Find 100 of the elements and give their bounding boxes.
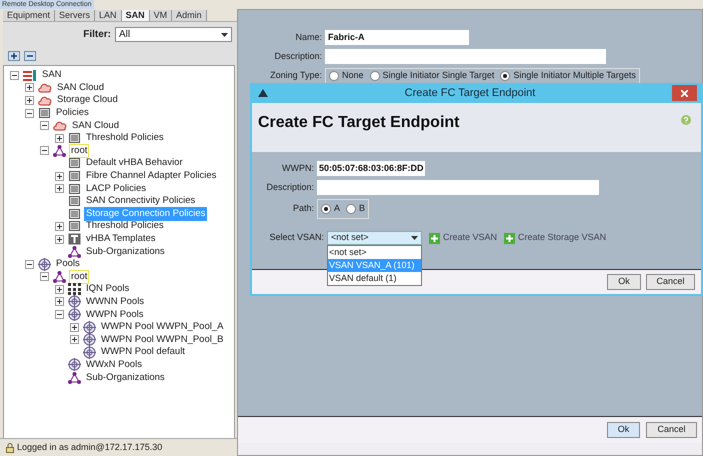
filter-dropdown[interactable]: All (115, 27, 232, 42)
close-icon (681, 90, 688, 96)
hierarchy-icon (53, 144, 66, 157)
field-label: Description: (273, 50, 322, 63)
lock-icon (6, 442, 14, 452)
option-label: A (334, 202, 340, 216)
option-label: B (359, 202, 366, 216)
radio-button[interactable] (370, 71, 380, 81)
expand-icon[interactable] (70, 335, 79, 344)
tree-item[interactable]: root (69, 144, 90, 158)
target-icon (83, 346, 96, 359)
tree-item[interactable]: Fibre Channel Adapter Policies (84, 169, 218, 184)
policy-icon (68, 208, 81, 220)
expand-icon[interactable] (55, 172, 64, 181)
tree-item[interactable]: SAN Cloud (55, 80, 106, 95)
tree-item[interactable]: SAN Cloud (70, 118, 121, 133)
create-link[interactable]: Create VSAN (429, 231, 498, 245)
radio-button[interactable] (321, 204, 331, 214)
tree-item[interactable]: Threshold Policies (84, 219, 166, 234)
expand-icon[interactable] (55, 184, 64, 194)
collapse-icon[interactable] (55, 310, 64, 320)
ok-button[interactable]: Ok (607, 274, 641, 290)
filter-label: Filter: (83, 28, 111, 42)
collapse-icon[interactable] (40, 146, 49, 156)
ok-button[interactable]: Ok (607, 422, 640, 438)
tab[interactable]: VM (150, 10, 172, 21)
tree-item[interactable]: Pools (54, 257, 82, 272)
target-icon (68, 358, 81, 372)
collapse-icon[interactable] (40, 272, 49, 282)
tab[interactable]: LAN (95, 10, 122, 21)
template-icon (68, 233, 81, 246)
expand-all-button[interactable] (8, 51, 20, 61)
tree-item[interactable]: WWPN Pool WWPN_Pool_B (99, 332, 226, 347)
expand-icon[interactable] (70, 322, 79, 332)
tree-item[interactable]: WWPN Pool WWPN_Pool_A (99, 320, 226, 334)
field-label: Description: (265, 180, 314, 194)
cancel-button[interactable]: Cancel (646, 422, 697, 438)
option-label: Single Initiator Multiple Targets (513, 69, 636, 82)
expand-icon[interactable] (55, 297, 64, 306)
collapse-icon[interactable] (40, 121, 49, 130)
target-icon (68, 295, 81, 308)
dialog-title: Create FC Target Endpoint (404, 86, 536, 101)
radio-button[interactable] (329, 71, 339, 81)
tree-item[interactable]: WWPN Pools (84, 308, 146, 322)
cloud-icon (53, 120, 67, 132)
cloud-icon (38, 94, 52, 106)
description-input[interactable] (325, 49, 606, 64)
target-icon (68, 308, 81, 322)
expand-icon[interactable] (55, 134, 64, 143)
tree-item[interactable]: Threshold Policies (84, 131, 166, 146)
tab[interactable]: Admin (172, 10, 207, 21)
collapse-icon[interactable] (25, 108, 34, 118)
tree-item[interactable]: WWxN Pools (84, 358, 144, 372)
tree-item[interactable]: vHBA Templates (84, 232, 158, 246)
dropdown-option[interactable]: <not set> (328, 246, 421, 259)
expand-icon[interactable] (55, 234, 64, 244)
tab[interactable]: Equipment (3, 10, 56, 21)
app-logo-icon (258, 89, 268, 97)
wwpn-input[interactable]: 50:05:07:68:03:06:8F:DD (317, 161, 425, 176)
collapse-icon[interactable] (10, 70, 19, 80)
dialog-heading: Create FC Target Endpoint (258, 113, 460, 133)
caret-icon (221, 32, 228, 36)
name-input[interactable]: Fabric-A (325, 30, 469, 45)
field-label: Path: (292, 202, 314, 216)
grid-icon (68, 283, 81, 296)
tree-item[interactable]: Storage Cloud (55, 93, 120, 108)
expand-icon[interactable] (55, 222, 64, 231)
field-label: Name: (294, 30, 322, 44)
tree-item[interactable]: WWNN Pools (84, 294, 146, 309)
tab[interactable]: SAN (122, 10, 150, 21)
close-button[interactable] (672, 85, 697, 101)
collapse-all-button[interactable] (24, 51, 36, 61)
target-icon (38, 258, 51, 271)
collapse-icon[interactable] (25, 260, 34, 269)
tree-item[interactable]: LACP Policies (84, 182, 148, 196)
tree-item[interactable]: SAN (40, 68, 64, 82)
field-label: WWPN: (281, 162, 314, 175)
description-input[interactable] (317, 180, 599, 195)
expand-icon[interactable] (25, 96, 34, 105)
tree-item[interactable]: Sub-Organizations (84, 370, 167, 385)
dropdown-option[interactable]: VSAN default (1) (328, 272, 421, 285)
hierarchy-icon (68, 372, 81, 384)
minus-icon (27, 53, 33, 59)
tree-item[interactable]: IQN Pools (84, 282, 132, 296)
tree-item[interactable]: WWPN Pool default (99, 345, 187, 360)
tree-item[interactable]: SAN Connectivity Policies (84, 194, 198, 208)
tree-item[interactable]: Sub-Organizations (84, 244, 167, 259)
expand-icon[interactable] (55, 284, 64, 294)
vsan-dropdown[interactable]: <not set> (327, 231, 422, 245)
radio-button[interactable] (346, 204, 356, 214)
tab[interactable]: Servers (55, 10, 96, 21)
policy-icon (68, 170, 81, 182)
target-icon (83, 333, 96, 346)
field-label: Select VSAN: (268, 231, 324, 244)
tree-item[interactable]: Policies (54, 106, 91, 120)
expand-icon[interactable] (25, 83, 34, 92)
create-link[interactable]: Create Storage VSAN (504, 231, 606, 245)
cancel-button[interactable]: Cancel (646, 274, 695, 290)
radio-button[interactable] (500, 71, 510, 81)
tree-item[interactable]: Default vHBA Behavior (84, 156, 185, 170)
